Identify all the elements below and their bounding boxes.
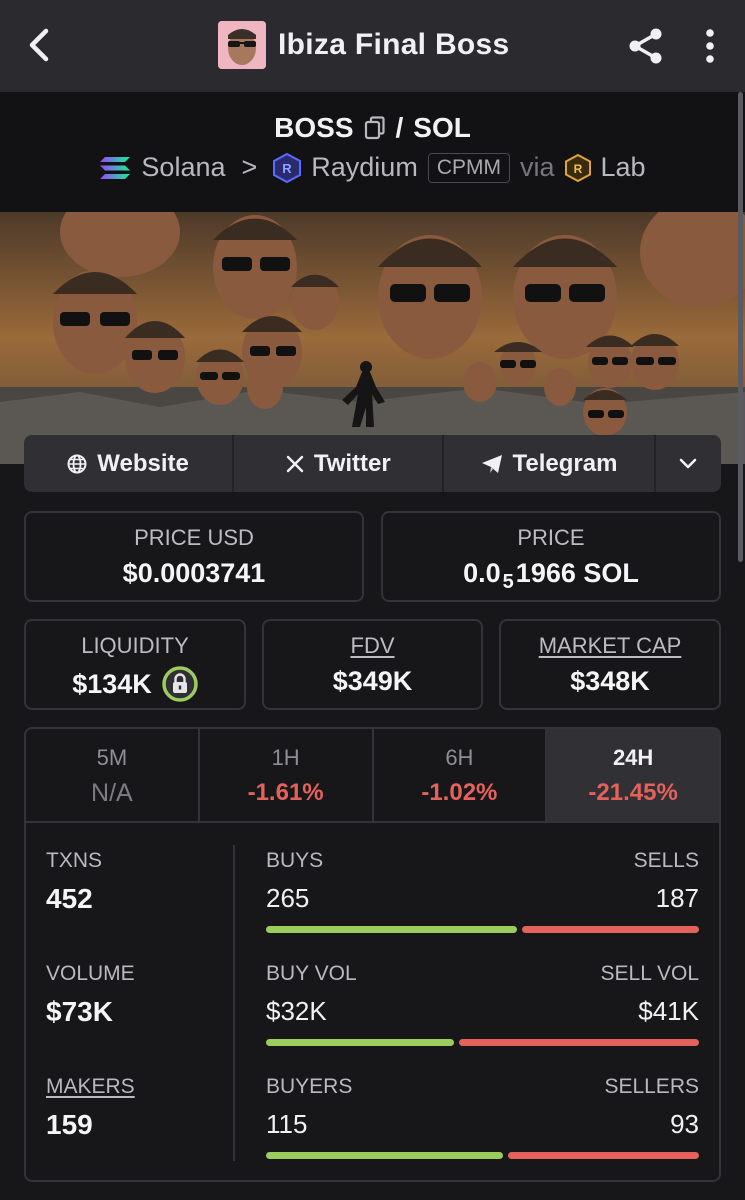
market-cap-label: MARKET CAP (538, 633, 682, 658)
zero-count-subscript: 5 (502, 571, 514, 593)
more-vertical-icon (706, 29, 714, 63)
volume-split-stat: BUY VOL SELL VOL $32K $41K (266, 962, 699, 1046)
telegram-icon (481, 454, 502, 473)
tab-6h[interactable]: 6H -1.02% (374, 729, 548, 821)
liquidity-label: LIQUIDITY (81, 633, 189, 658)
buyers-sellers-stat: BUYERS SELLERS 115 93 (266, 1075, 699, 1159)
market-cap-card[interactable]: MARKET CAP $348K (499, 619, 721, 710)
volume-stat: VOLUME $73K (46, 962, 135, 1027)
base-symbol: BOSS (274, 112, 354, 143)
price-usd-card: PRICE USD $0.0003741 (24, 511, 364, 602)
svg-text:R: R (573, 162, 582, 176)
x-icon (286, 455, 304, 472)
chain-name[interactable]: Solana (141, 152, 225, 183)
buyers-sellers-bar (266, 1152, 699, 1159)
price-usd-label: PRICE USD (134, 525, 254, 550)
timeframe-tabs: 5M N/A 1H -1.61% 6H -1.02% 24H -21.45% (26, 729, 719, 823)
quote-symbol: SOL (413, 112, 471, 143)
pool-type-badge: CPMM (427, 152, 510, 183)
fdv-value: $349K (332, 666, 413, 696)
back-button[interactable] (14, 20, 64, 70)
copy-icon[interactable] (364, 116, 386, 140)
trade-stats: TXNS 452 VOLUME $73K MAKERS 159 BUYS SELL… (26, 821, 719, 1180)
telegram-label: Telegram (512, 449, 618, 477)
social-links-bar: Website Twitter Telegram (24, 435, 721, 492)
solana-icon (100, 156, 131, 179)
token-name: Ibiza Final Boss (278, 28, 510, 61)
raydium-icon: R (273, 152, 302, 183)
volume-split-bar (266, 1039, 699, 1046)
lock-icon[interactable] (162, 666, 198, 702)
fdv-card[interactable]: FDV $349K (262, 619, 483, 710)
fdv-label: FDV (350, 633, 395, 658)
via-label: via (520, 152, 555, 182)
chain-breadcrumb: Solana > R Raydium CPMM via R Lab (0, 152, 745, 183)
dex-name[interactable]: Raydium (311, 152, 418, 183)
twitter-link[interactable]: Twitter (234, 435, 445, 492)
timeframe-stats-panel: 5M N/A 1H -1.61% 6H -1.02% 24H -21.45% T… (24, 727, 721, 1182)
token-title-group: Ibiza Final Boss (218, 20, 510, 70)
liquidity-value-row: $134K (26, 666, 244, 702)
token-avatar (218, 21, 266, 69)
pair-symbol: BOSS / SOL (0, 112, 745, 144)
breadcrumb-chevron: > (241, 152, 258, 182)
website-label: Website (97, 449, 189, 477)
liquidity-card: LIQUIDITY $134K (24, 619, 246, 710)
back-arrow-icon (29, 28, 49, 62)
scrollbar[interactable] (738, 92, 743, 562)
globe-icon (67, 454, 87, 473)
svg-text:R: R (283, 161, 293, 176)
price-native-value: 0.0 5 1966 SOL (463, 558, 639, 593)
twitter-label: Twitter (313, 449, 391, 477)
txns-stat: TXNS 452 (46, 849, 103, 914)
telegram-link[interactable]: Telegram (444, 435, 656, 492)
token-banner-image (0, 212, 745, 464)
stats-divider (233, 845, 235, 1161)
website-link[interactable]: Website (24, 435, 235, 492)
makers-stat[interactable]: MAKERS 159 (46, 1075, 135, 1141)
liquidity-value: $134K (72, 668, 152, 699)
launchpad-name[interactable]: Lab (601, 152, 646, 183)
share-button[interactable] (622, 22, 670, 70)
buys-sells-bar (266, 926, 699, 933)
buys-sells-stat: BUYS SELLS 265 187 (266, 849, 699, 933)
tab-1h[interactable]: 1H -1.61% (200, 729, 374, 821)
pair-separator: / (395, 112, 404, 143)
share-icon (629, 28, 662, 64)
tab-24h[interactable]: 24H -21.45% (547, 729, 719, 821)
pair-header: BOSS / SOL Solana > R Raydium CPMM via R… (0, 92, 745, 212)
more-options-button[interactable] (690, 22, 730, 70)
price-native-label: PRICE (517, 525, 585, 550)
market-cap-value: $348K (570, 666, 650, 696)
app-bar: Ibiza Final Boss (0, 0, 745, 92)
chevron-down-icon (679, 458, 697, 468)
more-links-button[interactable] (656, 435, 721, 492)
tab-5m[interactable]: 5M N/A (26, 729, 200, 821)
price-usd-value: $0.0003741 (122, 558, 266, 588)
lab-icon: R (564, 153, 591, 182)
price-native-card: PRICE 0.0 5 1966 SOL (381, 511, 721, 602)
